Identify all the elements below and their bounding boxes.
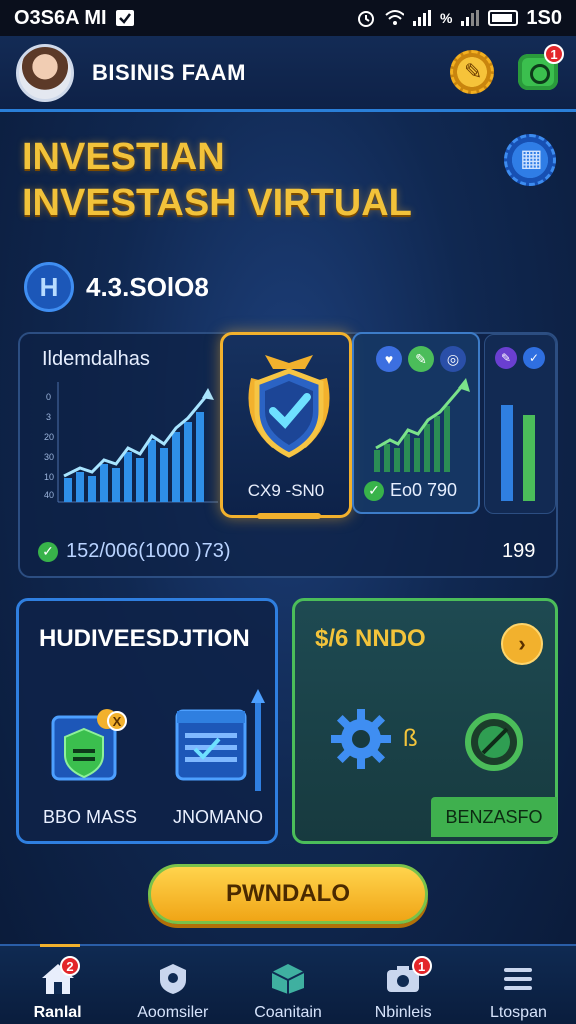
tab-menu[interactable]: Ltospan [461, 946, 576, 1024]
check-notification-icon [115, 8, 135, 28]
tab-container-label: Coanitain [254, 1004, 322, 1021]
up-arrow-icon [251, 689, 265, 791]
shield-tab-icon [153, 960, 193, 998]
axis-tick: 0 [46, 392, 51, 402]
brand-title: BISINIS FAAM [92, 59, 246, 85]
app-header: BISINIS FAAM 1 [0, 36, 576, 112]
right-feature-tile[interactable]: $/6 NNDO › ß BENZASFO [292, 598, 558, 844]
right-tile-strip[interactable]: BENZASFO [431, 797, 557, 837]
battery-icon [488, 10, 519, 26]
tile-alert-badge: X [107, 711, 127, 731]
bar-chart-icon: 0 3 20 30 10 40 [44, 382, 218, 503]
heart-chip-icon: ♥ [376, 346, 402, 372]
growth-footer: ✓ Eo0 790 [364, 480, 457, 501]
check-icon: ✓ [38, 541, 58, 562]
axis-tick: 20 [44, 432, 54, 442]
growth-chart-icon [374, 378, 470, 472]
menu-icon [498, 960, 538, 998]
check-chip-icon: ✓ [523, 347, 545, 369]
glow-bar [257, 513, 321, 519]
mini-mark: ß [403, 725, 418, 752]
stats-bars-icon [501, 405, 535, 501]
tab-notifications-badge: 1 [411, 956, 432, 976]
shield-check-icon [248, 355, 330, 458]
balance-icon: H [24, 262, 74, 312]
security-code: CX9 -SN0 [247, 481, 325, 500]
tab-home[interactable]: 2 Ranlal [0, 944, 115, 1024]
status-left-text: O3S6A MI [14, 6, 107, 29]
tab-home-label: Ranlal [33, 1004, 82, 1021]
left-tile-title: HUDIVEESDJTION [39, 625, 250, 652]
tab-home-badge: 2 [60, 956, 80, 976]
left-tile-caption-a: BBO MASS [43, 807, 138, 827]
primary-cta-button[interactable]: PWNDALO [148, 864, 428, 924]
tab-notifications-label: Nbinleis [374, 1004, 432, 1021]
progress-ring-icon [465, 713, 523, 771]
overview-footer-text: 152/006(1000 )73) [66, 540, 231, 562]
overview-footer: ✓ 152/006(1000 )73) [38, 540, 231, 563]
axis-tick: 30 [44, 452, 54, 462]
checklist-icon [175, 709, 247, 781]
alarm-icon [356, 8, 376, 28]
status-bar: O3S6A MI % 1S0 [0, 0, 576, 36]
right-tile-title: $/6 NNDO [315, 625, 426, 652]
tab-container[interactable]: Coanitain [230, 946, 345, 1024]
leaf-chip-icon: ✎ [408, 346, 434, 372]
box-icon [268, 960, 308, 998]
check-icon: ✓ [364, 480, 384, 501]
tab-notifications[interactable]: 1 Nbinleis [346, 946, 461, 1024]
bottom-tab-bar: 2 Ranlal Aoomsiler Coanitain 1 Nbinleis … [0, 944, 576, 1024]
axis-tick: 3 [46, 412, 51, 422]
signal-bars-icon [460, 8, 480, 28]
stats-chips: ✎ ✓ [495, 347, 545, 369]
overview-label: Ildemdalhas [42, 348, 150, 370]
left-tile-caption-b: JNOMANO [173, 807, 263, 827]
signal-percent: % [439, 10, 453, 26]
growth-chips: ♥ ✎ ◎ [376, 346, 466, 372]
tab-accounts-label: Aoomsiler [137, 1004, 209, 1021]
notification-badge: 1 [544, 44, 564, 64]
axis-tick: 40 [44, 490, 54, 500]
overview-right-value: 199 [502, 540, 536, 562]
tab-menu-label: Ltospan [489, 1004, 547, 1021]
notifications-icon[interactable]: 1 [518, 44, 564, 90]
axis-tick: 10 [44, 472, 54, 482]
edit-settings-icon[interactable] [450, 50, 494, 94]
globe-chip-icon: ◎ [440, 346, 466, 372]
stats-card[interactable]: ✎ ✓ [484, 334, 556, 514]
growth-footer-text: Eo0 790 [390, 480, 458, 500]
pen-chip-icon: ✎ [495, 347, 517, 369]
balance-value: 4.3.SOlO8 [86, 271, 209, 302]
page-title: INVESTIAN INVESTASH VIRTUAL [22, 136, 412, 224]
gear-icon [331, 709, 391, 769]
status-right-text: 1S0 [526, 6, 562, 29]
left-feature-tile[interactable]: HUDIVEESDJTION X BBO MASS JNOMANO [16, 598, 278, 844]
avatar[interactable] [16, 43, 74, 102]
tab-accounts[interactable]: Aoomsiler [115, 946, 230, 1024]
go-arrow-button[interactable]: › [501, 623, 543, 665]
dashboard-badge-icon[interactable] [504, 134, 556, 186]
growth-card[interactable]: ♥ ✎ ◎ ✓ Eo0 790 [352, 332, 480, 514]
wifi-icon [384, 8, 404, 28]
security-card[interactable]: CX9 -SN0 [220, 332, 352, 519]
signal-icon [412, 8, 432, 28]
balance-row: H 4.3.SOlO8 [24, 262, 209, 312]
